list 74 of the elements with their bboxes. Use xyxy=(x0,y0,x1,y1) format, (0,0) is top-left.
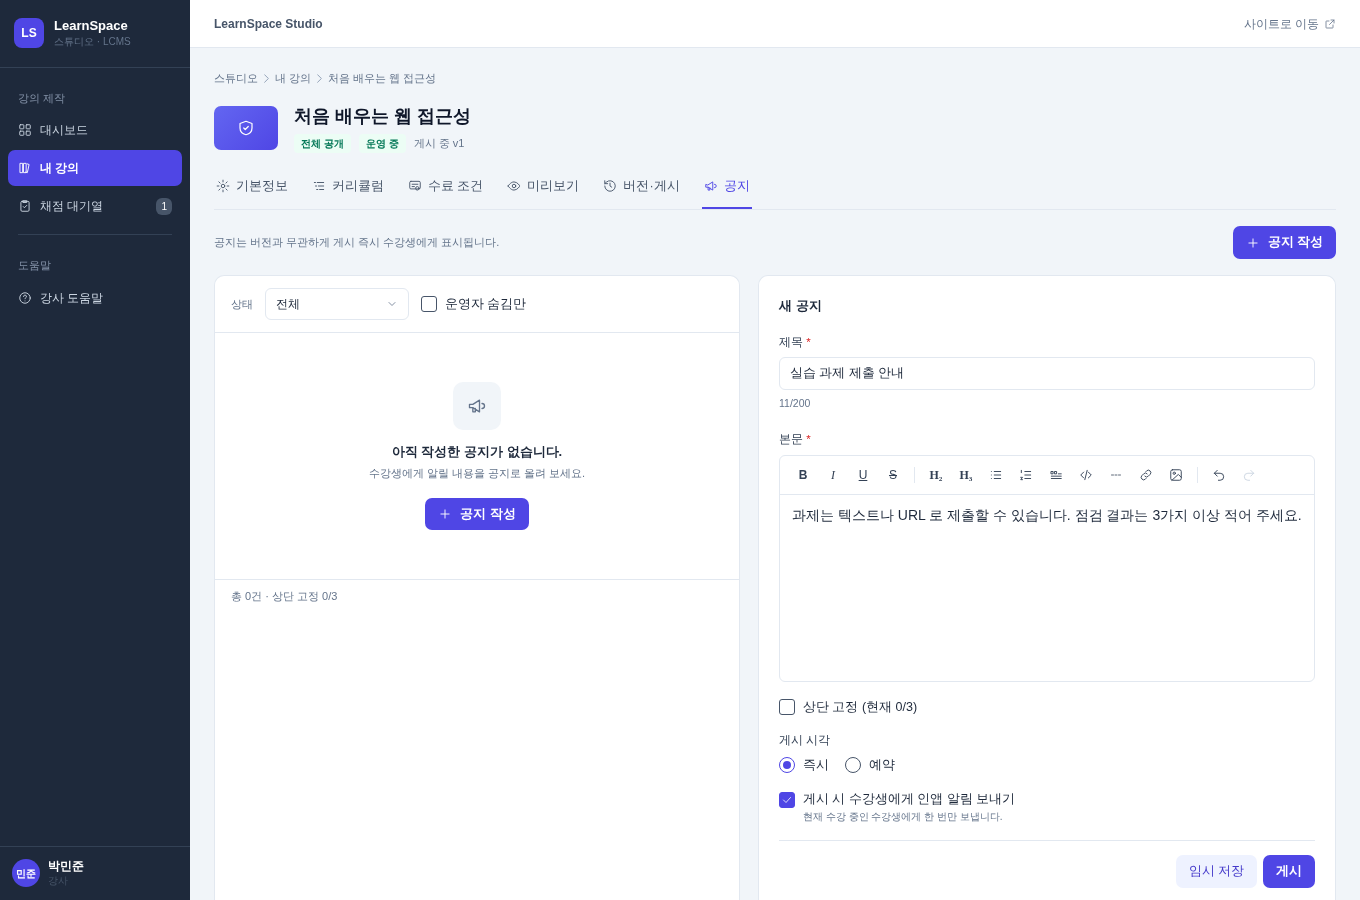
shield-icon xyxy=(237,118,255,137)
status-tag: 전체 공개 xyxy=(294,133,351,153)
checkbox[interactable] xyxy=(779,698,795,715)
checkbox-label: 상단 고정 (현재 0/3) xyxy=(803,698,918,716)
create-notice-button[interactable]: 공지 작성 xyxy=(1232,226,1336,259)
brand-subtitle: 스튜디오 · LCMS xyxy=(54,34,131,49)
plus-icon xyxy=(438,507,453,521)
tab[interactable]: 미리보기 xyxy=(505,168,582,210)
avatar: 민준 xyxy=(12,859,40,888)
sidebar-item[interactable]: 강사 도움말 xyxy=(8,279,182,316)
toolbar-button[interactable]: H₂ xyxy=(923,462,949,487)
books-icon xyxy=(18,161,32,176)
tab[interactable]: 공지 xyxy=(701,168,752,210)
logo: LS xyxy=(14,18,44,49)
course-title: 처음 배우는 웹 접근성 xyxy=(294,104,471,128)
save-draft-button[interactable]: 임시 저장 xyxy=(1175,855,1257,888)
toolbar-button[interactable]: I xyxy=(820,462,846,487)
tab[interactable]: 기본정보 xyxy=(214,168,290,210)
sidebar-item[interactable]: 내 강의 xyxy=(8,150,182,187)
tab[interactable]: 수료 조건 xyxy=(406,168,486,210)
count-badge: 1 xyxy=(156,197,172,215)
tab[interactable]: 커리큘럼 xyxy=(310,168,386,210)
publish-button[interactable]: 게시 xyxy=(1263,855,1315,888)
list-summary: 총 0건 · 상단 고정 0/3 xyxy=(230,589,339,604)
settings-icon xyxy=(216,178,230,193)
checkbox[interactable] xyxy=(421,296,437,312)
app-title: LearnSpace Studio xyxy=(214,15,323,33)
certificate-icon xyxy=(408,178,422,193)
megaphone-icon xyxy=(703,178,718,193)
empty-title: 아직 작성한 공지가 없습니다. xyxy=(391,442,563,461)
title-field[interactable]: 실습 과제 제출 안내 xyxy=(779,356,1315,390)
clipboard-icon xyxy=(18,199,32,214)
chevron-right-icon xyxy=(317,73,323,83)
eye-icon xyxy=(507,178,522,193)
sidebar-item[interactable]: 대시보드 xyxy=(8,112,182,149)
site-link[interactable]: 사이트로 이동 xyxy=(1243,14,1336,33)
character-counter: 11/200 xyxy=(779,395,812,411)
hint-text: 공지는 버전과 무관하게 게시 즉시 수강생에게 표시됩니다. xyxy=(214,235,500,251)
toolbar-button[interactable]: B xyxy=(790,462,816,487)
filter-label: 상태 xyxy=(231,296,253,312)
field-label: 본문 * xyxy=(779,432,812,448)
empty-text: 수강생에게 알릴 내용을 공지로 올려 보세요. xyxy=(368,466,586,482)
toolbar-button[interactable]: U xyxy=(850,462,876,487)
tab[interactable]: 버전·게시 xyxy=(601,168,682,210)
status-tag: 운영 중 xyxy=(358,133,406,153)
brand-name: LearnSpace xyxy=(54,18,129,34)
breadcrumb-link[interactable]: 스튜디오 xyxy=(214,70,258,87)
version-status: 게시 중 v1 xyxy=(413,135,465,151)
radio-label: 예약 xyxy=(869,756,895,774)
grid-icon xyxy=(18,123,32,138)
status-select[interactable]: 전체 xyxy=(265,288,409,320)
toolbar-button[interactable]: H₃ xyxy=(953,462,979,487)
radio-label: 즉시 xyxy=(803,756,829,774)
field-label: 게시 시각 xyxy=(779,733,832,749)
body-editor[interactable]: 과제는 텍스트나 URL 로 제출할 수 있습니다. 점검 결과는 3가지 이상 적어 주세요. xyxy=(780,494,1314,681)
plus-icon xyxy=(1245,235,1260,250)
user-name: 박민준 xyxy=(48,858,84,873)
checkbox[interactable] xyxy=(779,791,795,808)
breadcrumb-link[interactable]: 내 강의 xyxy=(275,70,312,87)
form-title: 새 공지 xyxy=(779,297,823,315)
breadcrumb-current: 처음 배우는 웹 접근성 xyxy=(328,71,437,86)
checkbox-label: 운영자 숨김만 xyxy=(445,295,527,313)
field-label: 제목 * xyxy=(779,334,812,350)
section-label: 강의 제작 xyxy=(17,90,67,106)
create-notice-button[interactable]: 공지 작성 xyxy=(425,497,529,531)
toolbar-button[interactable]: S xyxy=(880,462,906,487)
sidebar-item[interactable]: 채점 대기열 1 xyxy=(8,188,182,225)
external-link-icon xyxy=(1324,17,1336,30)
chevron-right-icon xyxy=(264,73,269,83)
help-icon xyxy=(18,290,32,305)
section-label: 도움말 xyxy=(17,258,52,274)
checkbox-label: 게시 시 수강생에게 인앱 알림 보내기 xyxy=(803,791,1016,809)
help-text: 현재 수강 중인 수강생에게 한 번만 보냅니다. xyxy=(803,810,1004,824)
history-icon xyxy=(603,178,618,193)
